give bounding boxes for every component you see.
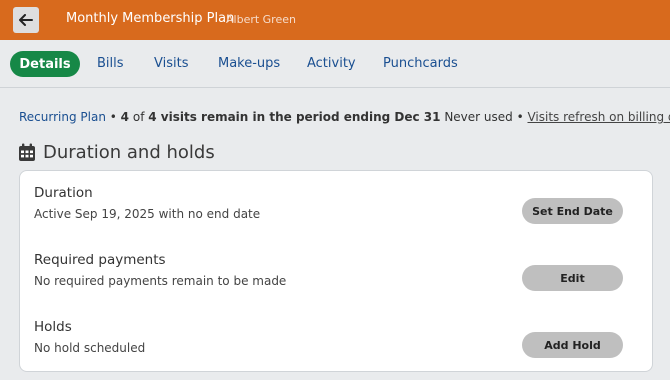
duration-desc: Active Sep 19, 2025 with no end date: [34, 207, 261, 221]
section-title: Duration and holds: [43, 141, 215, 163]
recurring-plan-link[interactable]: Recurring Plan: [19, 110, 106, 124]
tab-make-ups[interactable]: Make-ups: [218, 56, 280, 71]
plan-summary: Recurring Plan • 4 of 4 visits remain in…: [19, 110, 670, 124]
back-button[interactable]: [13, 7, 39, 33]
tab-details[interactable]: Details: [10, 51, 80, 77]
member-name: Albert Green: [226, 13, 296, 26]
tab-visits[interactable]: Visits: [154, 56, 188, 71]
visits-remaining: 4: [120, 110, 130, 124]
usage-text: Never used: [440, 110, 513, 124]
tab-bar: Details Bills Visits Make-ups Activity P…: [0, 40, 670, 88]
separator: •: [105, 110, 121, 124]
app-header: Monthly Membership Plan Albert Green: [0, 0, 670, 40]
section-heading: Duration and holds: [18, 141, 215, 163]
holds-desc: No hold scheduled: [34, 341, 146, 355]
of-text: of: [129, 110, 149, 124]
calendar-icon: [19, 143, 35, 161]
page-title: Monthly Membership Plan: [66, 11, 235, 26]
visits-total: 4: [148, 110, 157, 124]
required-payments-title: Required payments: [34, 252, 166, 268]
separator: •: [512, 110, 528, 124]
set-end-date-button[interactable]: Set End Date: [522, 198, 623, 224]
period-text: visits remain in the period ending Dec 3…: [156, 110, 441, 124]
required-payments-desc: No required payments remain to be made: [34, 274, 287, 288]
edit-button[interactable]: Edit: [522, 265, 623, 291]
duration-holds-card: Duration Active Sep 19, 2025 with no end…: [19, 170, 653, 372]
tab-bills[interactable]: Bills: [97, 56, 124, 71]
duration-title: Duration: [34, 185, 93, 201]
tab-activity[interactable]: Activity: [307, 56, 356, 71]
add-hold-button[interactable]: Add Hold: [522, 332, 623, 358]
holds-title: Holds: [34, 319, 72, 335]
arrow-left-icon: [19, 14, 33, 26]
visits-refresh-link[interactable]: Visits refresh on billing day: [527, 110, 670, 124]
tab-punchcards[interactable]: Punchcards: [383, 56, 458, 71]
